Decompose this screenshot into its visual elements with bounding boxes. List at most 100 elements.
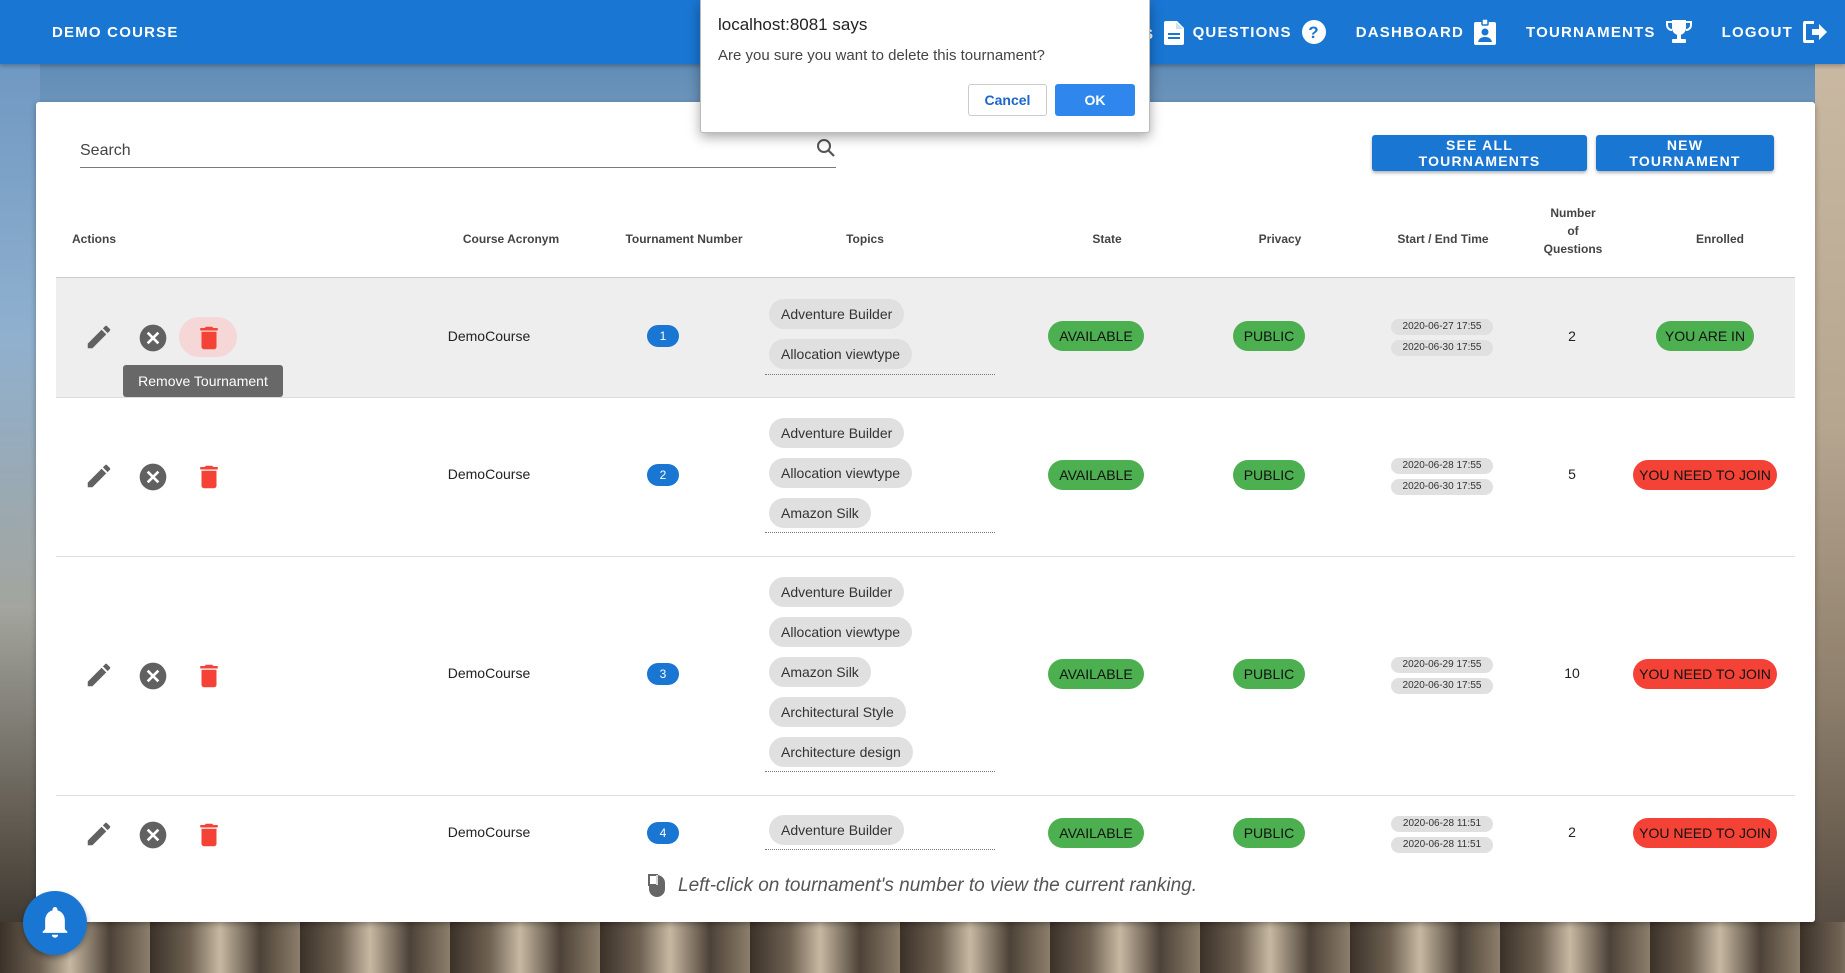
main-nav: QUESTIONS ? DASHBOARD TOURNAMENTS LOGOUT bbox=[1163, 0, 1827, 64]
cancel-circle-icon[interactable] bbox=[137, 322, 169, 354]
table-row[interactable] bbox=[56, 557, 1795, 796]
state-pill: AVAILABLE bbox=[1048, 659, 1144, 689]
topics-underline bbox=[765, 532, 995, 533]
badge-account-icon bbox=[1474, 19, 1497, 45]
topic-chip: Architecture design bbox=[769, 737, 913, 767]
tournament-number-badge[interactable]: 3 bbox=[647, 663, 679, 685]
header-state[interactable]: State bbox=[1072, 230, 1142, 248]
tournament-number-badge[interactable]: 4 bbox=[647, 822, 679, 844]
privacy-pill: PUBLIC bbox=[1233, 321, 1305, 351]
delete-icon[interactable] bbox=[194, 819, 224, 851]
enrolled-pill[interactable]: YOU NEED TO JOIN bbox=[1633, 659, 1777, 689]
header-questions-line-3: Questions bbox=[1543, 242, 1603, 256]
background-image-right bbox=[1815, 60, 1845, 973]
end-date-chip: 2020-06-30 17:55 bbox=[1391, 678, 1493, 694]
logout-icon bbox=[1803, 21, 1827, 43]
new-tournament-button[interactable]: NEW TOURNAMENT bbox=[1596, 135, 1774, 171]
nav-dashboard[interactable]: DASHBOARD bbox=[1356, 19, 1497, 45]
end-date-chip: 2020-06-30 17:55 bbox=[1391, 479, 1493, 495]
topics-underline bbox=[765, 771, 995, 772]
header-start-end-time[interactable]: Start / End Time bbox=[1378, 230, 1508, 248]
topic-chip: Allocation viewtype bbox=[769, 617, 913, 647]
enrolled-pill[interactable]: YOU NEED TO JOIN bbox=[1633, 818, 1777, 848]
header-number-of-questions[interactable]: Number of Questions bbox=[1538, 204, 1608, 258]
header-privacy[interactable]: Privacy bbox=[1245, 230, 1315, 248]
see-all-tournaments-button[interactable]: SEE ALL TOURNAMENTS bbox=[1372, 135, 1587, 171]
topic-chip: Adventure Builder bbox=[769, 815, 905, 845]
header-enrolled[interactable]: Enrolled bbox=[1670, 230, 1770, 248]
course-acronym: DemoCourse bbox=[447, 466, 531, 482]
state-pill: AVAILABLE bbox=[1048, 818, 1144, 848]
delete-icon[interactable] bbox=[194, 660, 224, 692]
start-date-chip: 2020-06-28 17:55 bbox=[1391, 458, 1493, 474]
privacy-pill: PUBLIC bbox=[1233, 818, 1305, 848]
table-row[interactable] bbox=[56, 796, 1795, 872]
brand-title[interactable]: DEMO COURSE bbox=[52, 24, 179, 41]
topic-chip: Amazon Silk bbox=[769, 657, 871, 687]
end-date-chip: 2020-06-30 17:55 bbox=[1391, 340, 1493, 356]
cancel-circle-icon[interactable] bbox=[137, 660, 169, 692]
privacy-pill: PUBLIC bbox=[1233, 659, 1305, 689]
edit-icon[interactable] bbox=[84, 819, 114, 849]
topics-underline bbox=[765, 849, 995, 850]
start-date-chip: 2020-06-27 17:55 bbox=[1391, 319, 1493, 335]
edit-icon[interactable] bbox=[84, 660, 114, 690]
state-pill: AVAILABLE bbox=[1048, 321, 1144, 351]
start-date-chip: 2020-06-28 11:51 bbox=[1391, 816, 1493, 832]
number-of-questions: 2 bbox=[1568, 328, 1576, 344]
confirm-delete-dialog: localhost:8081 says Are you sure you wan… bbox=[700, 0, 1150, 133]
nav-questions[interactable]: QUESTIONS ? bbox=[1193, 20, 1326, 44]
remove-tournament-tooltip: Remove Tournament bbox=[123, 365, 283, 397]
bell-icon bbox=[42, 907, 68, 938]
number-of-questions: 5 bbox=[1568, 466, 1576, 482]
header-topics[interactable]: Topics bbox=[825, 230, 905, 248]
nav-tournaments-label: TOURNAMENTS bbox=[1526, 23, 1656, 41]
course-acronym: DemoCourse bbox=[447, 665, 531, 681]
enrolled-pill[interactable]: YOU NEED TO JOIN bbox=[1633, 460, 1777, 490]
notifications-button[interactable] bbox=[23, 891, 87, 955]
state-pill: AVAILABLE bbox=[1048, 460, 1144, 490]
help-circle-icon: ? bbox=[1301, 20, 1326, 44]
number-of-questions: 2 bbox=[1568, 824, 1576, 840]
course-acronym: DemoCourse bbox=[447, 328, 531, 344]
search-icon[interactable] bbox=[816, 138, 836, 158]
topics-underline bbox=[765, 374, 995, 375]
start-date-chip: 2020-06-29 17:55 bbox=[1391, 657, 1493, 673]
table-row[interactable] bbox=[56, 398, 1795, 557]
search-input[interactable] bbox=[80, 140, 780, 162]
course-acronym: DemoCourse bbox=[447, 824, 531, 840]
edit-icon[interactable] bbox=[84, 322, 114, 352]
tournament-number-badge[interactable]: 2 bbox=[647, 464, 679, 486]
tournament-number-badge[interactable]: 1 bbox=[647, 325, 679, 347]
enrolled-pill[interactable]: YOU ARE IN bbox=[1656, 321, 1754, 351]
header-tournament-number[interactable]: Tournament Number bbox=[604, 230, 764, 248]
trophy-icon bbox=[1665, 20, 1692, 43]
svg-text:?: ? bbox=[1308, 23, 1320, 42]
edit-icon[interactable] bbox=[84, 461, 114, 491]
nav-questions-label: QUESTIONS bbox=[1192, 23, 1292, 41]
cancel-circle-icon[interactable] bbox=[137, 819, 169, 851]
table-row[interactable] bbox=[56, 278, 1795, 398]
topic-chip: Allocation viewtype bbox=[769, 458, 913, 488]
mouse-icon bbox=[648, 874, 665, 897]
nav-logout[interactable]: LOGOUT bbox=[1722, 21, 1827, 43]
header-course-acronym[interactable]: Course Acronym bbox=[431, 230, 591, 248]
ranking-hint-text: Left-click on tournament's number to vie… bbox=[678, 875, 1197, 896]
topic-chip: Adventure Builder bbox=[769, 577, 905, 607]
end-date-chip: 2020-06-28 11:51 bbox=[1391, 837, 1493, 853]
delete-icon[interactable] bbox=[194, 322, 224, 354]
background-image-bottom bbox=[0, 922, 1845, 973]
nav-logout-label: LOGOUT bbox=[1721, 23, 1793, 41]
dialog-cancel-button[interactable]: Cancel bbox=[968, 84, 1047, 116]
privacy-pill: PUBLIC bbox=[1233, 460, 1305, 490]
delete-icon[interactable] bbox=[194, 461, 224, 493]
dialog-ok-button[interactable]: OK bbox=[1055, 84, 1135, 116]
header-actions[interactable]: Actions bbox=[72, 230, 116, 248]
search-field[interactable] bbox=[80, 136, 836, 168]
ranking-hint: Left-click on tournament's number to vie… bbox=[648, 874, 1197, 898]
dialog-message: Are you sure you want to delete this tou… bbox=[718, 47, 1045, 64]
cancel-circle-icon[interactable] bbox=[137, 461, 169, 493]
topic-chip: Adventure Builder bbox=[769, 299, 905, 329]
tournaments-card: SEE ALL TOURNAMENTS NEW TOURNAMENT Actio… bbox=[36, 102, 1815, 922]
nav-tournaments[interactable]: TOURNAMENTS bbox=[1526, 19, 1692, 45]
